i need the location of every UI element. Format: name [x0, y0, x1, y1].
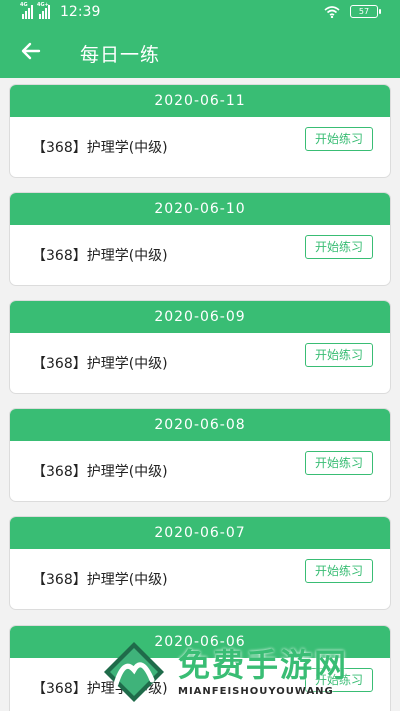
card-body: 【368】护理学(中级) 开始练习	[10, 333, 390, 393]
app-header: 4G 4G+ 12:39 57 每日一练	[0, 0, 400, 78]
card-subject: 【368】护理学(中级)	[32, 140, 168, 156]
card-body: 【368】护理学(中级) 开始练习	[10, 658, 390, 711]
card-date: 2020-06-09	[10, 301, 390, 333]
card-body: 【368】护理学(中级) 开始练习	[10, 549, 390, 609]
status-bar: 4G 4G+ 12:39 57	[0, 0, 400, 26]
start-practice-button[interactable]: 开始练习	[305, 451, 373, 475]
practice-list[interactable]: 2020-06-11 【368】护理学(中级) 开始练习 2020-06-10 …	[0, 78, 400, 711]
card-subject: 【368】护理学(中级)	[32, 356, 168, 372]
page-title: 每日一练	[80, 44, 161, 66]
practice-card: 2020-06-09 【368】护理学(中级) 开始练习	[9, 300, 391, 394]
start-practice-button[interactable]: 开始练习	[305, 559, 373, 583]
signal-icon: 4G	[20, 2, 33, 19]
practice-card: 2020-06-10 【368】护理学(中级) 开始练习	[9, 192, 391, 286]
card-subject: 【368】护理学(中级)	[32, 681, 168, 697]
start-practice-button[interactable]: 开始练习	[305, 668, 373, 692]
practice-card: 2020-06-06 【368】护理学(中级) 开始练习	[9, 625, 391, 711]
card-subject: 【368】护理学(中级)	[32, 248, 168, 264]
status-time: 12:39	[60, 4, 101, 20]
signal-label-2: 4G+	[37, 2, 49, 8]
card-body: 【368】护理学(中级) 开始练习	[10, 441, 390, 501]
card-date: 2020-06-08	[10, 409, 390, 441]
card-date: 2020-06-11	[10, 85, 390, 117]
card-subject: 【368】护理学(中级)	[32, 572, 168, 588]
back-arrow-svg	[21, 42, 41, 60]
card-date: 2020-06-10	[10, 193, 390, 225]
start-practice-button[interactable]: 开始练习	[305, 127, 373, 151]
signal-label: 4G	[20, 2, 28, 8]
practice-card: 2020-06-07 【368】护理学(中级) 开始练习	[9, 516, 391, 610]
back-arrow-icon[interactable]	[20, 40, 42, 62]
card-body: 【368】护理学(中级) 开始练习	[10, 225, 390, 285]
practice-card: 2020-06-08 【368】护理学(中级) 开始练习	[9, 408, 391, 502]
card-date: 2020-06-06	[10, 626, 390, 658]
status-right: 57	[324, 5, 381, 18]
start-practice-button[interactable]: 开始练习	[305, 343, 373, 367]
status-left: 4G 4G+ 12:39	[20, 2, 101, 20]
practice-card: 2020-06-11 【368】护理学(中级) 开始练习	[9, 84, 391, 178]
battery-icon: 57	[350, 5, 381, 18]
start-practice-button[interactable]: 开始练习	[305, 235, 373, 259]
wifi-icon	[324, 5, 340, 18]
card-subject: 【368】护理学(中级)	[32, 464, 168, 480]
signal-icon-2: 4G+	[37, 2, 50, 19]
card-body: 【368】护理学(中级) 开始练习	[10, 117, 390, 177]
card-date: 2020-06-07	[10, 517, 390, 549]
